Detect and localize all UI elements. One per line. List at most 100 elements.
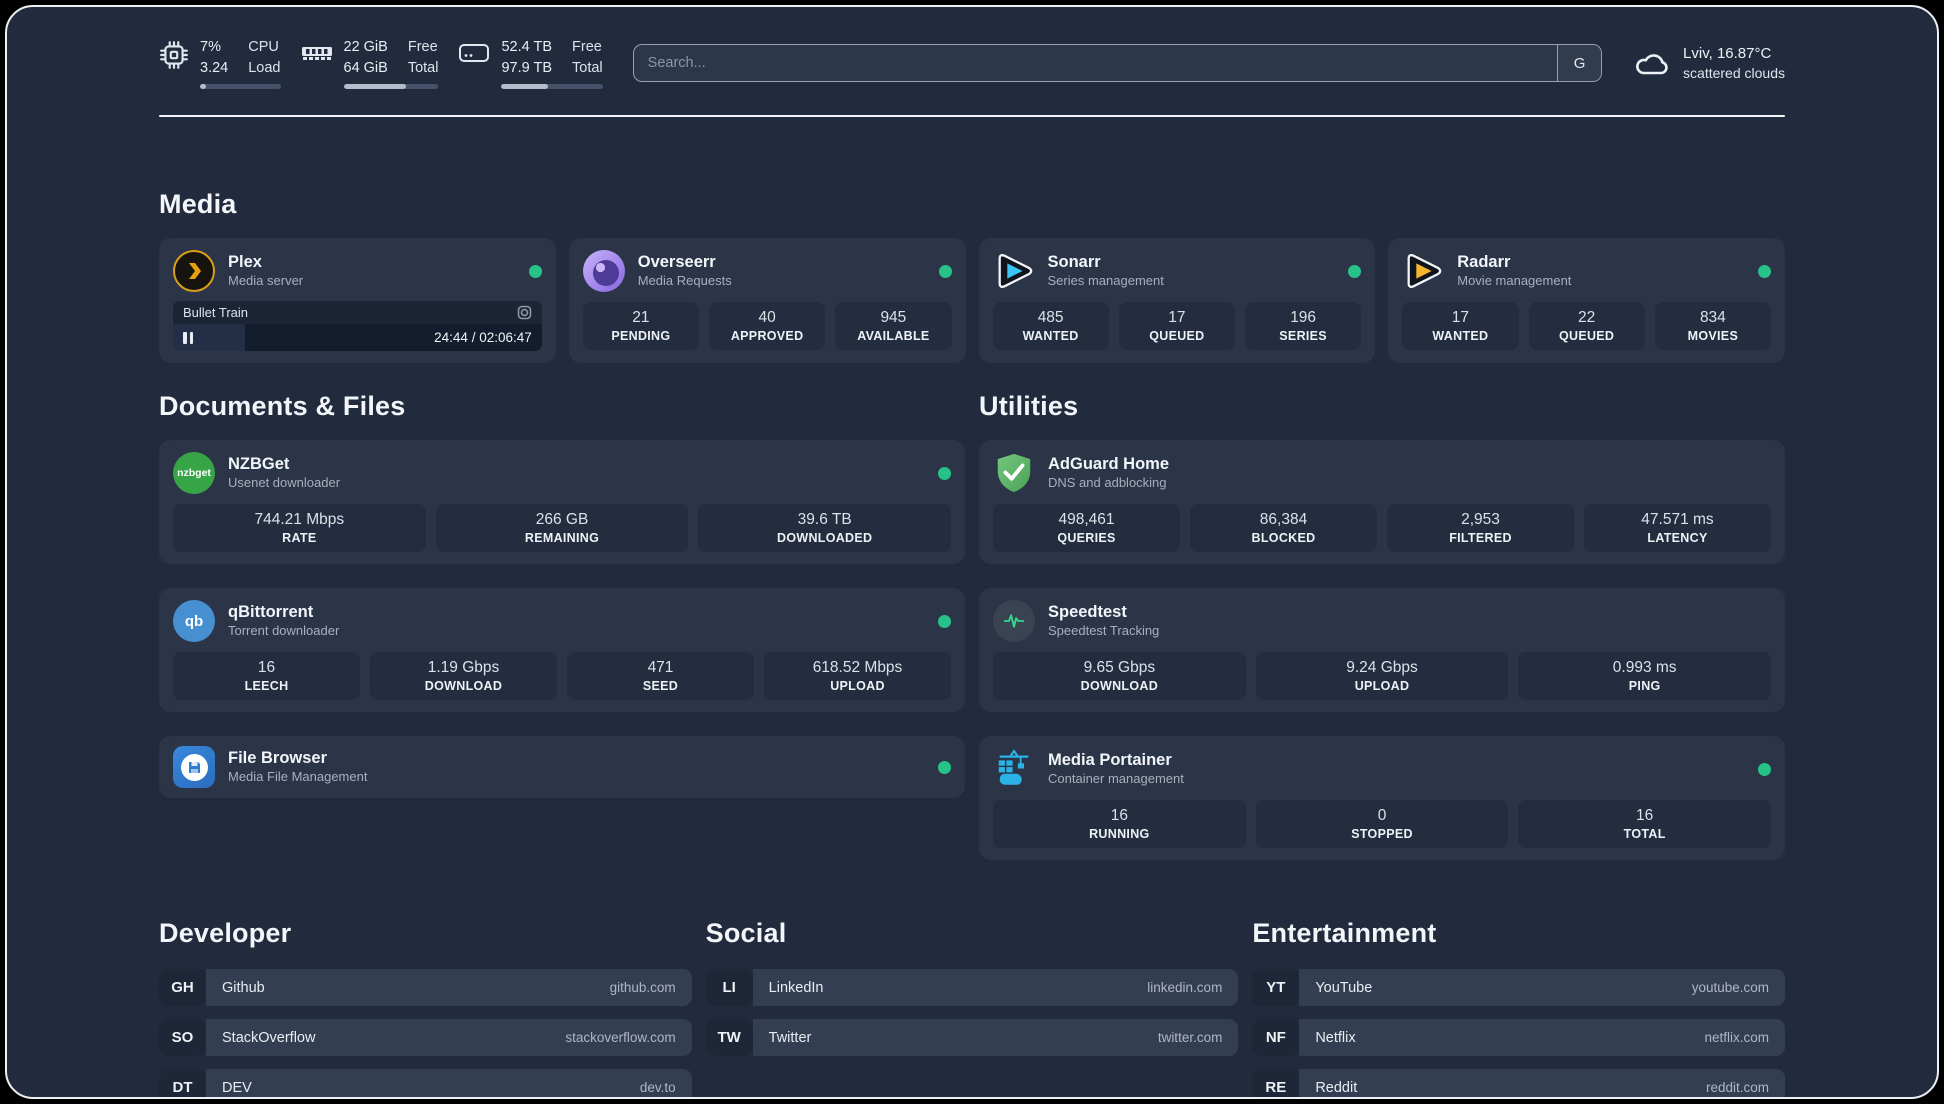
section-title-utilities: Utilities (979, 391, 1079, 422)
bookmark-abbr: NF (1252, 1019, 1300, 1057)
qbittorrent-icon: qb (173, 600, 215, 643)
stat-download: 1.19 Gbps DOWNLOAD (370, 652, 557, 701)
search-input[interactable] (633, 45, 1558, 82)
app-name: Speedtest (1048, 602, 1127, 621)
app-card-plex: Plex Media server Bullet Train 24:44 / 0… (159, 238, 556, 364)
weather-widget: Lviv, 16.87°C scattered clouds (1632, 43, 1785, 84)
now-playing-title: Bullet Train (183, 305, 249, 321)
disk-free-label: Free (572, 39, 602, 55)
playback-time: 24:44 / 02:06:47 (434, 330, 532, 346)
bookmark-link-youtube[interactable]: YT YouTube youtube.com (1252, 969, 1785, 1007)
bookmark-abbr: SO (159, 1019, 206, 1057)
plex-app-link[interactable]: Plex Media server (173, 250, 542, 293)
stat-filtered: 2,953 FILTERED (1387, 504, 1574, 553)
stat-queries: 498,461 QUERIES (993, 504, 1180, 553)
bookmark-abbr: RE (1252, 1069, 1300, 1097)
cpu-percent: 7% (200, 39, 221, 55)
app-desc: Torrent downloader (228, 623, 340, 639)
portainer-icon (993, 748, 1035, 790)
cpu-load-label: Load (248, 60, 281, 77)
app-desc: Container management (1048, 771, 1184, 787)
bookmark-link-stackoverflow[interactable]: SO StackOverflow stackoverflow.com (159, 1019, 692, 1057)
app-card-nzbget: nzbget NZBGet Usenet downloader 744.21 M… (159, 440, 965, 565)
speedtest-app-link[interactable]: Speedtest Speedtest Tracking (993, 600, 1771, 643)
cpu-stat: 7% 3.24 CPU Load (159, 37, 281, 90)
stat-movies: 834 MOVIES (1654, 302, 1771, 351)
stat-upload: 9.24 Gbps UPLOAD (1255, 652, 1509, 701)
bookmark-abbr: DT (159, 1069, 206, 1097)
radarr-icon (1402, 250, 1444, 292)
section-media: Media Plex Media server Bullet Train 24:… (159, 189, 1785, 364)
filebrowser-icon (173, 746, 215, 789)
ram-icon (301, 47, 332, 60)
cloud-icon (1636, 54, 1668, 75)
status-dot (1758, 762, 1771, 776)
section-title-developer: Developer (159, 918, 292, 949)
bookmark-link-dev[interactable]: DT DEV dev.to (159, 1069, 692, 1097)
app-name: AdGuard Home (1048, 454, 1170, 473)
section-utilities: Utilities AdGuard Home DNS and adblockin… (979, 391, 1785, 861)
nzbget-app-link[interactable]: nzbget NZBGet Usenet downloader (173, 452, 951, 495)
ram-total-label: Total (407, 60, 439, 77)
ram-stat: 22 GiB 64 GiB Free Total (301, 37, 439, 90)
bookmark-abbr: YT (1252, 969, 1300, 1007)
status-dot (528, 264, 542, 278)
cpu-progress-bar (200, 84, 281, 90)
bookmark-link-linkedin[interactable]: LI LinkedIn linkedin.com (705, 969, 1239, 1007)
stat-latency: 47.571 ms LATENCY (1584, 504, 1771, 553)
stat-series: 196 SERIES (1245, 302, 1362, 351)
disk-total-value: 97.9 TB (501, 60, 553, 77)
app-name: File Browser (228, 748, 328, 767)
filebrowser-app-link[interactable]: File Browser Media File Management (173, 746, 951, 789)
app-desc: Movie management (1457, 273, 1572, 289)
pause-icon[interactable] (183, 331, 193, 344)
app-card-sonarr: Sonarr Series management 485 WANTED 17 QUE… (978, 238, 1376, 364)
cpu-load-value: 3.24 (200, 60, 229, 77)
stat-upload: 618.52 Mbps UPLOAD (764, 652, 951, 701)
stat-pending: 21 PENDING (582, 302, 699, 351)
bookmark-link-github[interactable]: GH Github github.com (159, 969, 692, 1007)
ram-free-value: 22 GiB (343, 39, 388, 55)
overseerr-icon (582, 250, 625, 293)
overseerr-app-link[interactable]: Overseerr Media Requests (582, 250, 952, 293)
portainer-app-link[interactable]: Media Portainer Container management (993, 748, 1771, 790)
stat-available: 945 AVAILABLE (835, 302, 952, 351)
app-card-overseerr: Overseerr Media Requests 21 PENDING 40 APP… (568, 238, 966, 364)
section-title-entertainment: Entertainment (1252, 918, 1437, 949)
status-dot (938, 466, 951, 480)
bookmark-link-twitter[interactable]: TW Twitter twitter.com (705, 1019, 1239, 1057)
stat-rate: 744.21 Mbps RATE (173, 504, 426, 553)
sonarr-app-link[interactable]: Sonarr Series management (993, 250, 1362, 292)
nzbget-icon: nzbget (173, 452, 215, 495)
stat-download: 9.65 Gbps DOWNLOAD (993, 652, 1246, 701)
section-title-social: Social (705, 918, 787, 949)
adguard-app-link[interactable]: AdGuard Home DNS and adblocking (993, 452, 1771, 494)
stat-queued: 22 QUEUED (1528, 302, 1645, 351)
top-bar: 7% 3.24 CPU Load 22 GiB 64 GiB Free Tota… (159, 37, 1785, 90)
section-title-media: Media (159, 189, 237, 220)
app-desc: Series management (1047, 273, 1164, 289)
ram-free-label: Free (407, 39, 438, 55)
stat-remaining: 266 GB REMAINING (435, 504, 689, 553)
plex-now-playing: Bullet Train 24:44 / 02:06:47 (173, 301, 542, 352)
app-name: Overseerr (637, 252, 716, 271)
bookmark-abbr: LI (705, 969, 753, 1007)
qbittorrent-app-link[interactable]: qb qBittorrent Torrent downloader (173, 600, 951, 643)
bookmark-link-netflix[interactable]: NF Netflix netflix.com (1252, 1019, 1785, 1057)
stat-queued: 17 QUEUED (1118, 302, 1235, 351)
weather-condition: scattered clouds (1683, 64, 1785, 81)
disk-free-value: 52.4 TB (501, 39, 553, 55)
search-engine-button[interactable]: G (1557, 45, 1602, 82)
bookmark-link-reddit[interactable]: RE Reddit reddit.com (1252, 1069, 1785, 1097)
stat-wanted: 17 WANTED (1402, 302, 1519, 351)
section-developer: Developer GH Github github.com SO StackOv… (159, 918, 692, 1097)
stat-blocked: 86,384 BLOCKED (1190, 504, 1377, 553)
app-desc: Usenet downloader (228, 475, 341, 491)
app-card-speedtest: Speedtest Speedtest Tracking 9.65 Gbps DO… (979, 588, 1785, 713)
radarr-app-link[interactable]: Radarr Movie management (1402, 250, 1771, 292)
disk-total-label: Total (572, 60, 603, 77)
app-name: qBittorrent (228, 602, 314, 621)
app-name: Media Portainer (1048, 750, 1172, 769)
app-desc: Media server (228, 273, 304, 289)
disk-icon (459, 44, 490, 62)
